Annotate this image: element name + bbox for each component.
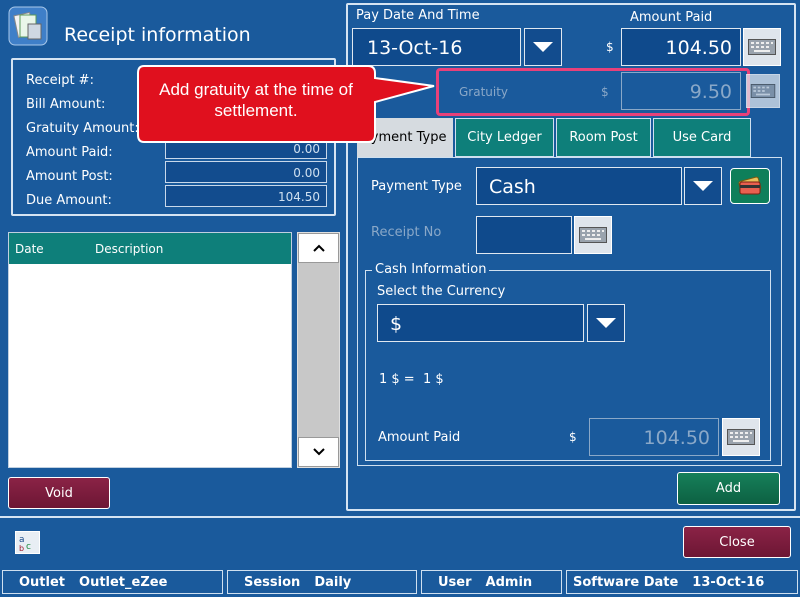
currency-select-label: Select the Currency — [377, 284, 506, 299]
pay-date-field[interactable]: 13-Oct-16 — [352, 28, 521, 66]
tab-use-card[interactable]: Use Card — [653, 118, 751, 157]
cash-amount-paid-label: Amount Paid — [378, 430, 461, 445]
history-header: Date Description — [9, 233, 291, 264]
status-user: User Admin — [421, 570, 562, 594]
scroll-down-button[interactable] — [298, 437, 339, 467]
cash-amount-field[interactable]: 104.50 — [589, 418, 719, 456]
svg-text:c: c — [26, 542, 31, 552]
payment-cards-button[interactable] — [730, 168, 770, 204]
void-button[interactable]: Void — [8, 477, 110, 509]
gratuity-amount-label: Gratuity Amount: — [26, 121, 139, 136]
receipt-no-field[interactable] — [476, 216, 572, 254]
gratuity-keyboard-button[interactable] — [746, 74, 780, 108]
pay-date-label: Pay Date And Time — [356, 8, 480, 23]
status-user-label: User — [438, 574, 472, 590]
gratuity-label: Gratuity — [459, 85, 509, 99]
add-button[interactable]: Add — [677, 472, 780, 505]
chevron-down-icon — [312, 448, 325, 456]
cash-amount-keyboard-button[interactable] — [722, 418, 760, 456]
svg-text:b: b — [19, 544, 24, 553]
status-session: Session Daily — [227, 570, 417, 594]
tab-room-post[interactable]: Room Post — [556, 118, 651, 157]
currency-select[interactable]: $ — [377, 304, 584, 342]
pay-date-dropdown-button[interactable] — [524, 28, 562, 66]
receipt-no-keyboard-button[interactable] — [574, 216, 612, 254]
callout-text: Add gratuity at the time of settlement. — [159, 80, 353, 120]
keyboard-icon — [750, 84, 776, 98]
triangle-down-icon — [596, 318, 616, 328]
amount-paid-field[interactable]: 104.50 — [621, 28, 741, 66]
currency-symbol: $ — [606, 40, 614, 54]
exchange-rate-text: 1 $ = 1 $ — [379, 372, 444, 387]
window-title: Receipt information — [64, 24, 251, 46]
status-software-date: Software Date 13-Oct-16 — [566, 570, 798, 594]
due-amount-label: Due Amount: — [26, 193, 112, 208]
receipt-number-label: Receipt #: — [26, 73, 94, 88]
status-outlet-value: Outlet_eZee — [79, 574, 168, 590]
gratuity-callout: Add gratuity at the time of settlement. — [136, 64, 442, 144]
receipt-no-label: Receipt No — [371, 225, 442, 240]
status-session-value: Daily — [314, 574, 352, 590]
status-software-date-value: 13-Oct-16 — [692, 574, 765, 590]
cash-amount-currency-symbol: $ — [569, 430, 577, 444]
app-icon — [8, 6, 48, 46]
bottom-divider — [0, 516, 800, 518]
status-outlet: Outlet Outlet_eZee — [2, 570, 223, 594]
triangle-down-icon — [533, 42, 553, 52]
keyboard-icon — [579, 227, 607, 243]
gratuity-currency-symbol: $ — [601, 85, 609, 99]
cash-info-legend: Cash Information — [372, 262, 490, 277]
payment-type-dropdown-button[interactable] — [684, 167, 722, 205]
close-button[interactable]: Close — [683, 526, 791, 558]
triangle-down-icon — [693, 181, 713, 191]
bill-amount-label: Bill Amount: — [26, 97, 106, 112]
status-session-label: Session — [244, 574, 301, 590]
cash-cards-icon — [738, 176, 762, 195]
gratuity-field[interactable]: 9.50 — [621, 72, 741, 110]
col-description-header: Description — [95, 241, 164, 256]
keyboard-icon — [727, 429, 755, 445]
spellcheck-button[interactable]: acb — [15, 531, 40, 554]
history-list[interactable]: Date Description — [8, 232, 292, 468]
payment-type-select[interactable]: Cash — [476, 167, 682, 205]
status-user-value: Admin — [485, 574, 533, 590]
chevron-up-icon — [312, 244, 325, 252]
receipt-row: Due Amount: 104.50 — [26, 185, 328, 213]
status-outlet-label: Outlet — [19, 574, 66, 590]
scroll-up-button[interactable] — [298, 233, 339, 263]
payment-type-label: Payment Type — [371, 179, 462, 194]
due-amount-value: 104.50 — [165, 185, 327, 207]
spellcheck-icon: acb — [19, 535, 31, 553]
status-software-date-label: Software Date — [573, 574, 679, 590]
amount-paid-label: Amount Paid: — [26, 145, 113, 160]
tab-city-ledger[interactable]: City Ledger — [455, 118, 554, 157]
col-date-header: Date — [15, 241, 44, 256]
amount-paid-header-label: Amount Paid — [630, 10, 713, 25]
history-scrollbar[interactable] — [297, 232, 340, 468]
amount-paid-keyboard-button[interactable] — [743, 28, 781, 66]
amount-post-label: Amount Post: — [26, 169, 113, 184]
currency-dropdown-button[interactable] — [587, 304, 625, 342]
keyboard-icon — [748, 39, 776, 55]
amount-post-value: 0.00 — [165, 161, 327, 183]
